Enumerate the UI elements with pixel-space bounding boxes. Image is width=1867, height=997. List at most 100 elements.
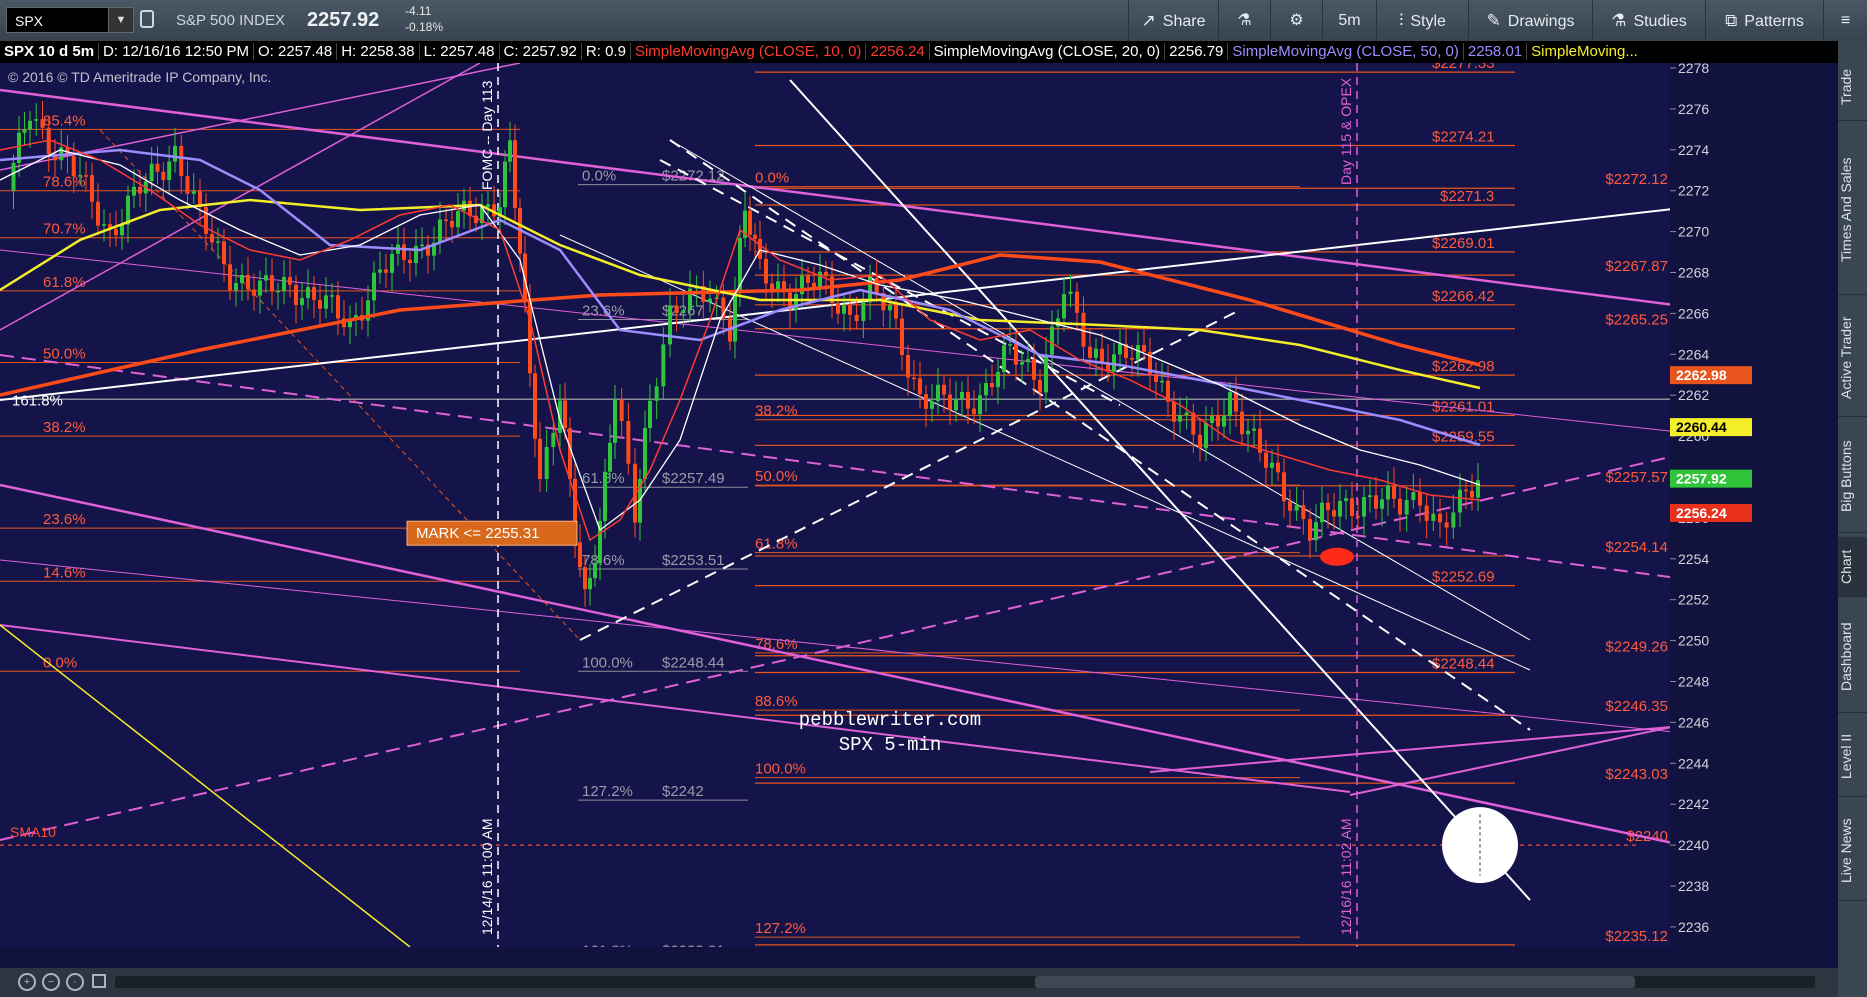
candle-body bbox=[28, 120, 32, 130]
tab-times-and-sales[interactable]: Times And Sales bbox=[1838, 125, 1867, 295]
index-name: S&P 500 INDEX bbox=[176, 12, 285, 29]
candle-body bbox=[626, 420, 631, 464]
candle-body bbox=[1386, 485, 1390, 500]
candle-body bbox=[210, 233, 214, 243]
fomc-time-label: 12/14/16 11:00 AM bbox=[479, 819, 495, 936]
chevron-down-icon[interactable]: ▼ bbox=[108, 8, 133, 32]
sma-more-label[interactable]: SimpleMoving... bbox=[1527, 43, 1642, 60]
tab-level-ii[interactable]: Level II bbox=[1838, 717, 1867, 797]
candle-body bbox=[924, 394, 928, 409]
candle-body bbox=[1172, 401, 1176, 422]
candle-body bbox=[1198, 434, 1202, 449]
sma10-tag: SMA10 bbox=[10, 824, 56, 840]
candle-body bbox=[252, 289, 256, 296]
fib-price-label: $2235.12 bbox=[1605, 928, 1668, 945]
tab-live-news[interactable]: Live News bbox=[1838, 801, 1867, 901]
candle-body bbox=[1050, 326, 1054, 355]
y-tick-label: 2252 bbox=[1678, 592, 1709, 608]
candle-body bbox=[948, 394, 952, 411]
y-tick-label: 2236 bbox=[1678, 919, 1709, 935]
time-scrollbar[interactable] bbox=[115, 976, 1815, 988]
candle-body bbox=[1136, 345, 1140, 360]
patterns-label: Patterns bbox=[1744, 13, 1804, 30]
sma10-label[interactable]: SimpleMovingAvg (CLOSE, 10, 0) bbox=[630, 43, 867, 60]
candle-body bbox=[528, 300, 532, 374]
candle-body bbox=[84, 175, 88, 177]
candle-body bbox=[155, 163, 160, 172]
candle-body bbox=[508, 140, 512, 162]
candle-body bbox=[966, 391, 970, 409]
candle-body bbox=[918, 378, 922, 395]
candle-body bbox=[324, 295, 328, 309]
price-chart[interactable]: $2277.33 $2274.21 $2271.3 $2272.12 $2269.01 $… bbox=[0, 63, 1752, 947]
candle-body bbox=[544, 446, 549, 480]
fib-pct-label: 50.0% bbox=[755, 468, 798, 485]
candle-body bbox=[1130, 357, 1134, 360]
sma50-label[interactable]: SimpleMovingAvg (CLOSE, 50, 0) bbox=[1228, 43, 1464, 60]
scrollbar-thumb[interactable] bbox=[1035, 976, 1635, 988]
fib-pct-label: 85.4% bbox=[43, 112, 86, 129]
candle-body bbox=[1075, 291, 1079, 313]
menu-button[interactable]: ≡ bbox=[1823, 0, 1867, 41]
candle-body bbox=[330, 295, 334, 297]
candle-body bbox=[972, 408, 976, 415]
crosshair-icon[interactable] bbox=[92, 974, 106, 988]
symbol-input[interactable]: SPX ▼ bbox=[6, 7, 134, 33]
y-tick-label: 2278 bbox=[1678, 63, 1709, 76]
candle-body bbox=[503, 161, 507, 208]
bar-close: C: 2257.92 bbox=[499, 43, 582, 60]
candle-body bbox=[1308, 519, 1312, 541]
candle-body bbox=[276, 290, 280, 293]
candle-body bbox=[336, 295, 340, 319]
candle-body bbox=[513, 140, 517, 208]
fib-pct-label: 127.2% bbox=[582, 783, 633, 800]
tab-trade[interactable]: Trade bbox=[1838, 53, 1867, 121]
share-icon: ↗ bbox=[1141, 11, 1156, 30]
studies-button[interactable]: ⚗ Studies bbox=[1592, 0, 1705, 41]
sma20-label[interactable]: SimpleMovingAvg (CLOSE, 20, 0) bbox=[929, 43, 1166, 60]
fib-price-label: $2265.25 bbox=[1605, 312, 1668, 329]
candle-body bbox=[874, 277, 879, 294]
candle-body bbox=[1424, 505, 1429, 521]
zoom-in-icon[interactable]: + bbox=[18, 973, 36, 991]
tab-big-buttons[interactable]: Big Buttons bbox=[1838, 421, 1867, 533]
flask-button[interactable]: ⚗ bbox=[1218, 0, 1270, 41]
patterns-icon: ⧉ bbox=[1725, 11, 1738, 30]
fib-price-label: $2259.55 bbox=[1432, 428, 1495, 445]
fib-price-label: $2248.44 bbox=[662, 654, 725, 671]
candle-body bbox=[1458, 489, 1462, 513]
candle-body bbox=[1431, 513, 1436, 521]
link-icon[interactable] bbox=[140, 10, 154, 28]
price-marker-label: 2257.92 bbox=[1676, 471, 1727, 487]
candle-body bbox=[643, 428, 647, 479]
flask-icon: ⚗ bbox=[1237, 12, 1252, 29]
candle-body bbox=[71, 156, 76, 177]
zoom-out-icon[interactable]: − bbox=[42, 973, 60, 991]
candle-body bbox=[138, 186, 142, 194]
candle-body bbox=[608, 442, 612, 472]
candle-body bbox=[551, 432, 556, 447]
candle-body bbox=[185, 176, 190, 194]
tab-chart[interactable]: Chart bbox=[1838, 537, 1867, 597]
timeframe-button[interactable]: 5m bbox=[1322, 0, 1376, 41]
tab-active-trader[interactable]: Active Trader bbox=[1838, 299, 1867, 417]
y-tick-label: 2250 bbox=[1678, 633, 1709, 649]
fib-pct-label: 88.6% bbox=[755, 693, 798, 710]
share-button[interactable]: ↗ Share bbox=[1128, 0, 1218, 41]
settings-button[interactable]: ⚙ bbox=[1270, 0, 1322, 41]
candle-body bbox=[1228, 392, 1232, 417]
zoom-reset-icon[interactable]: · bbox=[66, 973, 84, 991]
candle-body bbox=[708, 298, 712, 303]
fib-pct-label: 70.7% bbox=[43, 221, 86, 238]
drawings-button[interactable]: ✎ Drawings bbox=[1468, 0, 1592, 41]
right-side-tabs: Trade Times And Sales Active Trader Big … bbox=[1838, 41, 1867, 997]
y-tick-label: 2268 bbox=[1678, 265, 1709, 281]
candle-body bbox=[486, 204, 490, 208]
candle-body bbox=[1320, 502, 1324, 523]
tab-dashboard[interactable]: Dashboard bbox=[1838, 601, 1867, 713]
fib-price-label: $2249.26 bbox=[1605, 639, 1668, 656]
candle-body bbox=[294, 284, 298, 305]
style-button[interactable]: ⫶ Style bbox=[1376, 0, 1468, 41]
patterns-button[interactable]: ⧉ Patterns bbox=[1705, 0, 1823, 41]
fib-price-label: $2267.87 bbox=[1605, 258, 1668, 275]
